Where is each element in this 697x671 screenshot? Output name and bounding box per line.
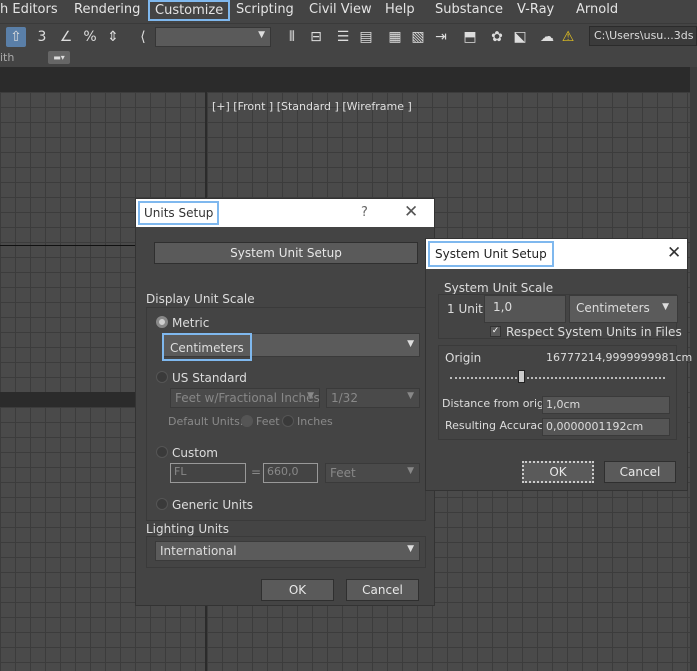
named-selection-dropdown[interactable]: ▼ <box>155 27 271 47</box>
equals-label: = <box>251 465 262 479</box>
display-unit-scale-label: Display Unit Scale <box>146 292 255 306</box>
custom-unit-value: Feet <box>330 466 356 480</box>
ok-button[interactable]: OK <box>522 461 594 483</box>
menu-civil-view[interactable]: Civil View <box>309 2 372 17</box>
origin-slider-handle[interactable] <box>518 370 525 383</box>
menu-editors[interactable]: h Editors <box>0 2 58 17</box>
origin-slider-track[interactable] <box>450 377 665 379</box>
respect-units-checkbox[interactable]: ✓ <box>490 326 501 337</box>
percent-snap-icon[interactable]: % <box>80 27 100 47</box>
angle-snap-icon[interactable]: ∠ <box>56 27 76 47</box>
help-icon[interactable]: ? <box>361 205 368 220</box>
warning-icon[interactable]: ⚠ <box>558 27 578 47</box>
toolbar-label: ith <box>0 51 15 64</box>
inches-radio[interactable] <box>282 415 294 427</box>
menu-vray[interactable]: V-Ray <box>517 2 554 17</box>
menu-customize[interactable]: Customize <box>148 0 231 21</box>
origin-value: 16777214,9999999981cm <box>546 351 693 364</box>
metric-units-value: Centimeters <box>162 333 252 361</box>
chevron-down-icon: ▼ <box>407 391 414 401</box>
secondary-toolbar: ith ▬▾ <box>0 49 697 67</box>
us-standard-radio[interactable] <box>156 371 168 383</box>
feet-radio[interactable] <box>241 415 253 427</box>
menu-scripting[interactable]: Scripting <box>236 2 294 17</box>
units-setup-titlebar[interactable]: Units Setup ? ✕ <box>136 199 434 227</box>
distance-from-origin-input[interactable]: 1,0cm <box>542 396 670 414</box>
spinner-snap-icon[interactable]: ⇕ <box>103 27 123 47</box>
metric-label: Metric <box>172 316 210 330</box>
menu-arnold[interactable]: Arnold <box>576 2 618 17</box>
us-units-value: Feet w/Fractional Inches <box>175 391 320 405</box>
metric-radio[interactable] <box>156 316 168 328</box>
close-icon[interactable]: ✕ <box>404 202 418 222</box>
origin-label: Origin <box>445 351 482 365</box>
menu-rendering[interactable]: Rendering <box>74 2 140 17</box>
command-panel-edge <box>690 67 697 671</box>
cancel-button[interactable]: Cancel <box>604 461 676 483</box>
render-frame-icon[interactable]: ✿ <box>487 27 507 47</box>
units-setup-dialog: Units Setup ? ✕ System Unit Setup Displa… <box>135 198 435 606</box>
pin-icon[interactable]: ⇧ <box>6 27 26 47</box>
ok-button[interactable]: OK <box>261 579 334 601</box>
schematic-view-icon[interactable]: ▧ <box>408 27 428 47</box>
default-units-label: Default Units: <box>168 415 244 428</box>
metric-units-dropdown[interactable]: Centimeters ▼ <box>162 333 420 361</box>
snap-3d-icon[interactable]: 3 <box>32 27 52 47</box>
lighting-units-value: International <box>160 544 237 558</box>
respect-units-label: Respect System Units in Files <box>506 325 682 339</box>
unit-value-input[interactable]: 1,0 <box>484 295 566 323</box>
resulting-accuracy-label: Resulting Accuracy: <box>445 419 553 432</box>
custom-label: Custom <box>172 446 218 460</box>
lighting-units-dropdown[interactable]: International ▼ <box>155 541 420 561</box>
us-fraction-value: 1/32 <box>331 391 358 405</box>
viewport-label[interactable]: [+] [Front ] [Standard ] [Wireframe ] <box>212 100 412 113</box>
menu-help[interactable]: Help <box>385 2 415 17</box>
system-unit-setup-dialog: System Unit Setup ✕ System Unit Scale 1 … <box>425 238 692 491</box>
custom-name-input[interactable]: FL <box>170 463 246 483</box>
edit-named-selection-icon[interactable]: ⟨ <box>133 27 153 47</box>
dropdown-icon[interactable]: ▬▾ <box>48 51 70 64</box>
chevron-down-icon: ▼ <box>407 544 414 554</box>
system-unit-setup-button[interactable]: System Unit Setup <box>154 242 418 264</box>
custom-radio[interactable] <box>156 446 168 458</box>
generic-units-label: Generic Units <box>172 498 254 512</box>
chevron-down-icon: ▼ <box>662 302 669 312</box>
units-setup-title: Units Setup <box>138 201 220 225</box>
generic-units-radio[interactable] <box>156 498 168 510</box>
us-units-dropdown[interactable]: Feet w/Fractional Inches ▼ <box>170 388 320 408</box>
inches-label: Inches <box>297 415 333 428</box>
chevron-down-icon: ▼ <box>307 391 314 401</box>
us-standard-label: US Standard <box>172 371 247 385</box>
menu-bar: h Editors Rendering Customize Scripting … <box>0 0 697 23</box>
render-setup-icon[interactable]: ⬒ <box>460 27 480 47</box>
layer-explorer-icon[interactable]: ☰ <box>333 27 353 47</box>
close-icon[interactable]: ✕ <box>667 243 681 263</box>
system-unit-scale-label: System Unit Scale <box>444 281 554 295</box>
feet-label: Feet <box>256 415 280 428</box>
chevron-down-icon: ▼ <box>407 339 414 349</box>
render-cloud-icon[interactable]: ☁ <box>537 27 557 47</box>
custom-value-input[interactable]: 660,0 <box>263 463 318 483</box>
custom-unit-dropdown[interactable]: Feet ▼ <box>325 463 420 483</box>
chevron-down-icon: ▼ <box>407 466 414 476</box>
mirror-icon[interactable]: ⫴ <box>282 27 302 47</box>
menu-substance[interactable]: Substance <box>435 2 503 17</box>
us-fraction-dropdown[interactable]: 1/32 ▼ <box>326 388 420 408</box>
distance-from-origin-label: Distance from origin: <box>442 397 558 410</box>
lighting-units-label: Lighting Units <box>146 522 229 536</box>
material-editor-icon[interactable]: ⇥ <box>431 27 451 47</box>
cancel-button[interactable]: Cancel <box>346 579 419 601</box>
unit-type-dropdown[interactable]: Centimeters ▼ <box>569 295 678 323</box>
render-production-icon[interactable]: ⬕ <box>510 27 530 47</box>
chevron-down-icon: ▼ <box>258 30 265 40</box>
unit-type-value: Centimeters <box>576 301 650 315</box>
system-unit-setup-titlebar[interactable]: System Unit Setup ✕ <box>426 239 687 269</box>
resulting-accuracy-input[interactable]: 0,0000001192cm <box>542 418 670 436</box>
system-unit-setup-title: System Unit Setup <box>428 241 554 267</box>
toggle-ribbon-icon[interactable]: ▤ <box>356 27 376 47</box>
project-path-field[interactable]: C:\Users\usu...3ds Ma <box>589 26 697 46</box>
curve-editor-icon[interactable]: ▦ <box>385 27 405 47</box>
align-icon[interactable]: ⊟ <box>306 27 326 47</box>
